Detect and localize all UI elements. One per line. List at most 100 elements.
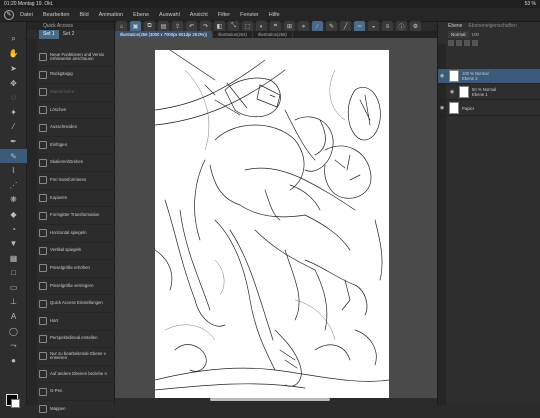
- mask-icon[interactable]: [472, 40, 478, 46]
- ref-icon[interactable]: [464, 40, 470, 46]
- menu-item-animation[interactable]: Animation: [99, 12, 123, 18]
- lasso-tool-icon[interactable]: ◌: [0, 90, 27, 105]
- list-item[interactable]: Perspektivlineal erstellen: [37, 331, 115, 349]
- menu-item-ebene[interactable]: Ebene: [133, 12, 149, 18]
- list-item[interactable]: Neue Funktionen und Versio nshinweise an…: [37, 49, 115, 67]
- layer-row[interactable]: ◉ 100 % Normal Ebene 2: [438, 69, 540, 84]
- copy-icon: [39, 194, 47, 203]
- balloon-icon[interactable]: ◯: [0, 324, 27, 339]
- menu-item-filter[interactable]: Filter: [218, 12, 230, 18]
- brush-hard-icon: [39, 317, 47, 326]
- list-item[interactable]: G-Pen: [37, 383, 115, 401]
- brush-size-up-icon: [39, 264, 47, 273]
- layer-ref-icon: [39, 352, 47, 361]
- move-tool-icon[interactable]: ✥: [0, 76, 27, 91]
- list-item[interactable]: Auf andere Ebenen beziehe n: [37, 366, 115, 384]
- app-logo-icon[interactable]: ✎: [4, 9, 14, 20]
- menu-item-auswahl[interactable]: Auswahl: [159, 12, 180, 18]
- quick-access-panel: Quick Access Set 1 Set 2 Neue Funktionen…: [27, 22, 115, 418]
- fill-tool-icon[interactable]: ▼: [0, 236, 27, 251]
- list-item[interactable]: Wiederholen: [37, 84, 115, 102]
- clip-icon[interactable]: [456, 40, 462, 46]
- quick-access-title: Quick Access: [43, 23, 74, 29]
- menu-item-bearbeiten[interactable]: Bearbeiten: [43, 12, 70, 18]
- layer-row[interactable]: ◉ Papier: [438, 101, 540, 116]
- list-item[interactable]: Hart: [37, 313, 115, 331]
- list-item[interactable]: Pinselgröße erhöhen: [37, 260, 115, 278]
- color-icon[interactable]: ●: [0, 353, 27, 368]
- list-item[interactable]: Pinselgröße verringern: [37, 278, 115, 296]
- hand-tool-icon[interactable]: ✋: [0, 47, 27, 62]
- blend-mode-select[interactable]: Normal: [448, 31, 469, 38]
- flip-v-icon: [39, 246, 47, 255]
- list-item[interactable]: Vertikal spiegeln: [37, 243, 115, 261]
- lock-icon[interactable]: [448, 40, 454, 46]
- menu-item-bild[interactable]: Bild: [79, 12, 88, 18]
- tool-palette: ⌕ ✋ ➤ ✥ ◌ ✦ ⁄ ✒ ✎ ⌇ ⋰ ❋ ◆ ◔ ▼ ▦ □ ▭ ⊥ A …: [0, 22, 27, 408]
- tab-ebene[interactable]: Ebene: [448, 23, 462, 29]
- tab-ebeneneigenschaften[interactable]: Ebeneneigenschaften: [468, 23, 516, 29]
- list-item[interactable]: Einfügen: [37, 137, 115, 155]
- menu-item-fenster[interactable]: Fenster: [240, 12, 259, 18]
- tab-illustration-254[interactable]: Illustration(254): [213, 31, 253, 38]
- menu-item-hilfe[interactable]: Hilfe: [269, 12, 280, 18]
- list-item[interactable]: Quick Access Einstellungen: [37, 295, 115, 313]
- blend-tool-icon[interactable]: ◔: [0, 222, 27, 237]
- list-item[interactable]: Formgitter Transformation: [37, 207, 115, 225]
- status-date: Montag 19. Okt.: [17, 1, 54, 7]
- list-item[interactable]: Frei transformieren: [37, 172, 115, 190]
- zoom-tool-icon[interactable]: ⌕: [0, 32, 27, 47]
- ruler-tool-icon[interactable]: ⊥: [0, 295, 27, 310]
- eye-icon[interactable]: ◉: [448, 89, 456, 95]
- home-indicator[interactable]: [210, 398, 330, 401]
- frame-icon[interactable]: ▭: [0, 280, 27, 295]
- operation-tool-icon[interactable]: ➤: [0, 61, 27, 76]
- list-item[interactable]: Löschen: [37, 102, 115, 120]
- command-bar: ⌂ ▣ ⧉ ▤ ⇪ ↶ ↷ ◧ ⤡ ⬚ ◐ ⌗ ⊞ ⋄ ∕ ✎ ╱ ═ ◒ ≡ …: [116, 21, 424, 32]
- flip-h-icon: [39, 229, 47, 238]
- sketch-artwork: [155, 50, 389, 391]
- pencil-tool-icon[interactable]: ✎: [0, 148, 27, 164]
- correct-line-icon[interactable]: ⤳: [0, 338, 27, 353]
- text-tool-icon[interactable]: A: [0, 309, 27, 324]
- layer-panel: Ebene Ebeneneigenschaften Normal 100 ◉ 1…: [437, 22, 540, 405]
- list-item[interactable]: Rückgängig: [37, 67, 115, 85]
- decoration-icon[interactable]: ❋: [0, 193, 27, 208]
- drawing-canvas[interactable]: [155, 50, 389, 398]
- layer-thumbnail: [449, 102, 459, 114]
- canvas-tabs: Illustration(256 (3000 x 7000px 601dpi 2…: [115, 31, 437, 38]
- cut-icon: [39, 123, 47, 132]
- eye-icon[interactable]: ◉: [438, 105, 446, 111]
- list-item[interactable]: Skalieren/Drehen: [37, 155, 115, 173]
- layer-thumbnail: [459, 86, 469, 98]
- g-pen-icon: [39, 387, 47, 396]
- list-item[interactable]: Kopieren: [37, 190, 115, 208]
- status-bar: 01:20 Montag 19. Okt. 53 %: [0, 0, 540, 8]
- list-item[interactable]: Mappen: [37, 401, 115, 418]
- pen-tool-icon[interactable]: ✒: [0, 134, 27, 149]
- paste-icon: [39, 141, 47, 150]
- list-item[interactable]: Nur zu bearbeitende Ebene v erweisen: [37, 348, 115, 366]
- brush-tool-icon[interactable]: ⌇: [0, 163, 27, 178]
- figure-icon[interactable]: □: [0, 266, 27, 281]
- magic-wand-icon[interactable]: ✦: [0, 105, 27, 120]
- airbrush-icon[interactable]: ⋰: [0, 178, 27, 193]
- gradient-icon[interactable]: ▦: [0, 251, 27, 266]
- transform-icon: [39, 176, 47, 185]
- tab-illustration-256b[interactable]: Illustration(256): [253, 31, 293, 38]
- set-tab-2[interactable]: Set 2: [59, 30, 79, 39]
- set-tab-1[interactable]: Set 1: [39, 30, 59, 39]
- status-time: 01:20: [4, 1, 17, 7]
- menu-item-ansicht[interactable]: Ansicht: [190, 12, 208, 18]
- eraser-tool-icon[interactable]: ◆: [0, 207, 27, 222]
- list-item[interactable]: Ausschneiden: [37, 119, 115, 137]
- tab-illustration-256[interactable]: Illustration(256 (3000 x 7000px 601dpi 2…: [115, 31, 214, 38]
- list-item[interactable]: Horizontal spiegeln: [37, 225, 115, 243]
- sub-color-swatch[interactable]: [11, 399, 20, 408]
- menu-item-datei[interactable]: Datei: [20, 12, 33, 18]
- eyedropper-icon[interactable]: ⁄: [0, 120, 27, 135]
- layer-row[interactable]: ◉ 50 % Normal Ebene 1: [438, 85, 540, 100]
- eye-icon[interactable]: ◉: [438, 73, 446, 79]
- layer-tools: [438, 39, 540, 47]
- opacity-value[interactable]: 100: [472, 32, 480, 37]
